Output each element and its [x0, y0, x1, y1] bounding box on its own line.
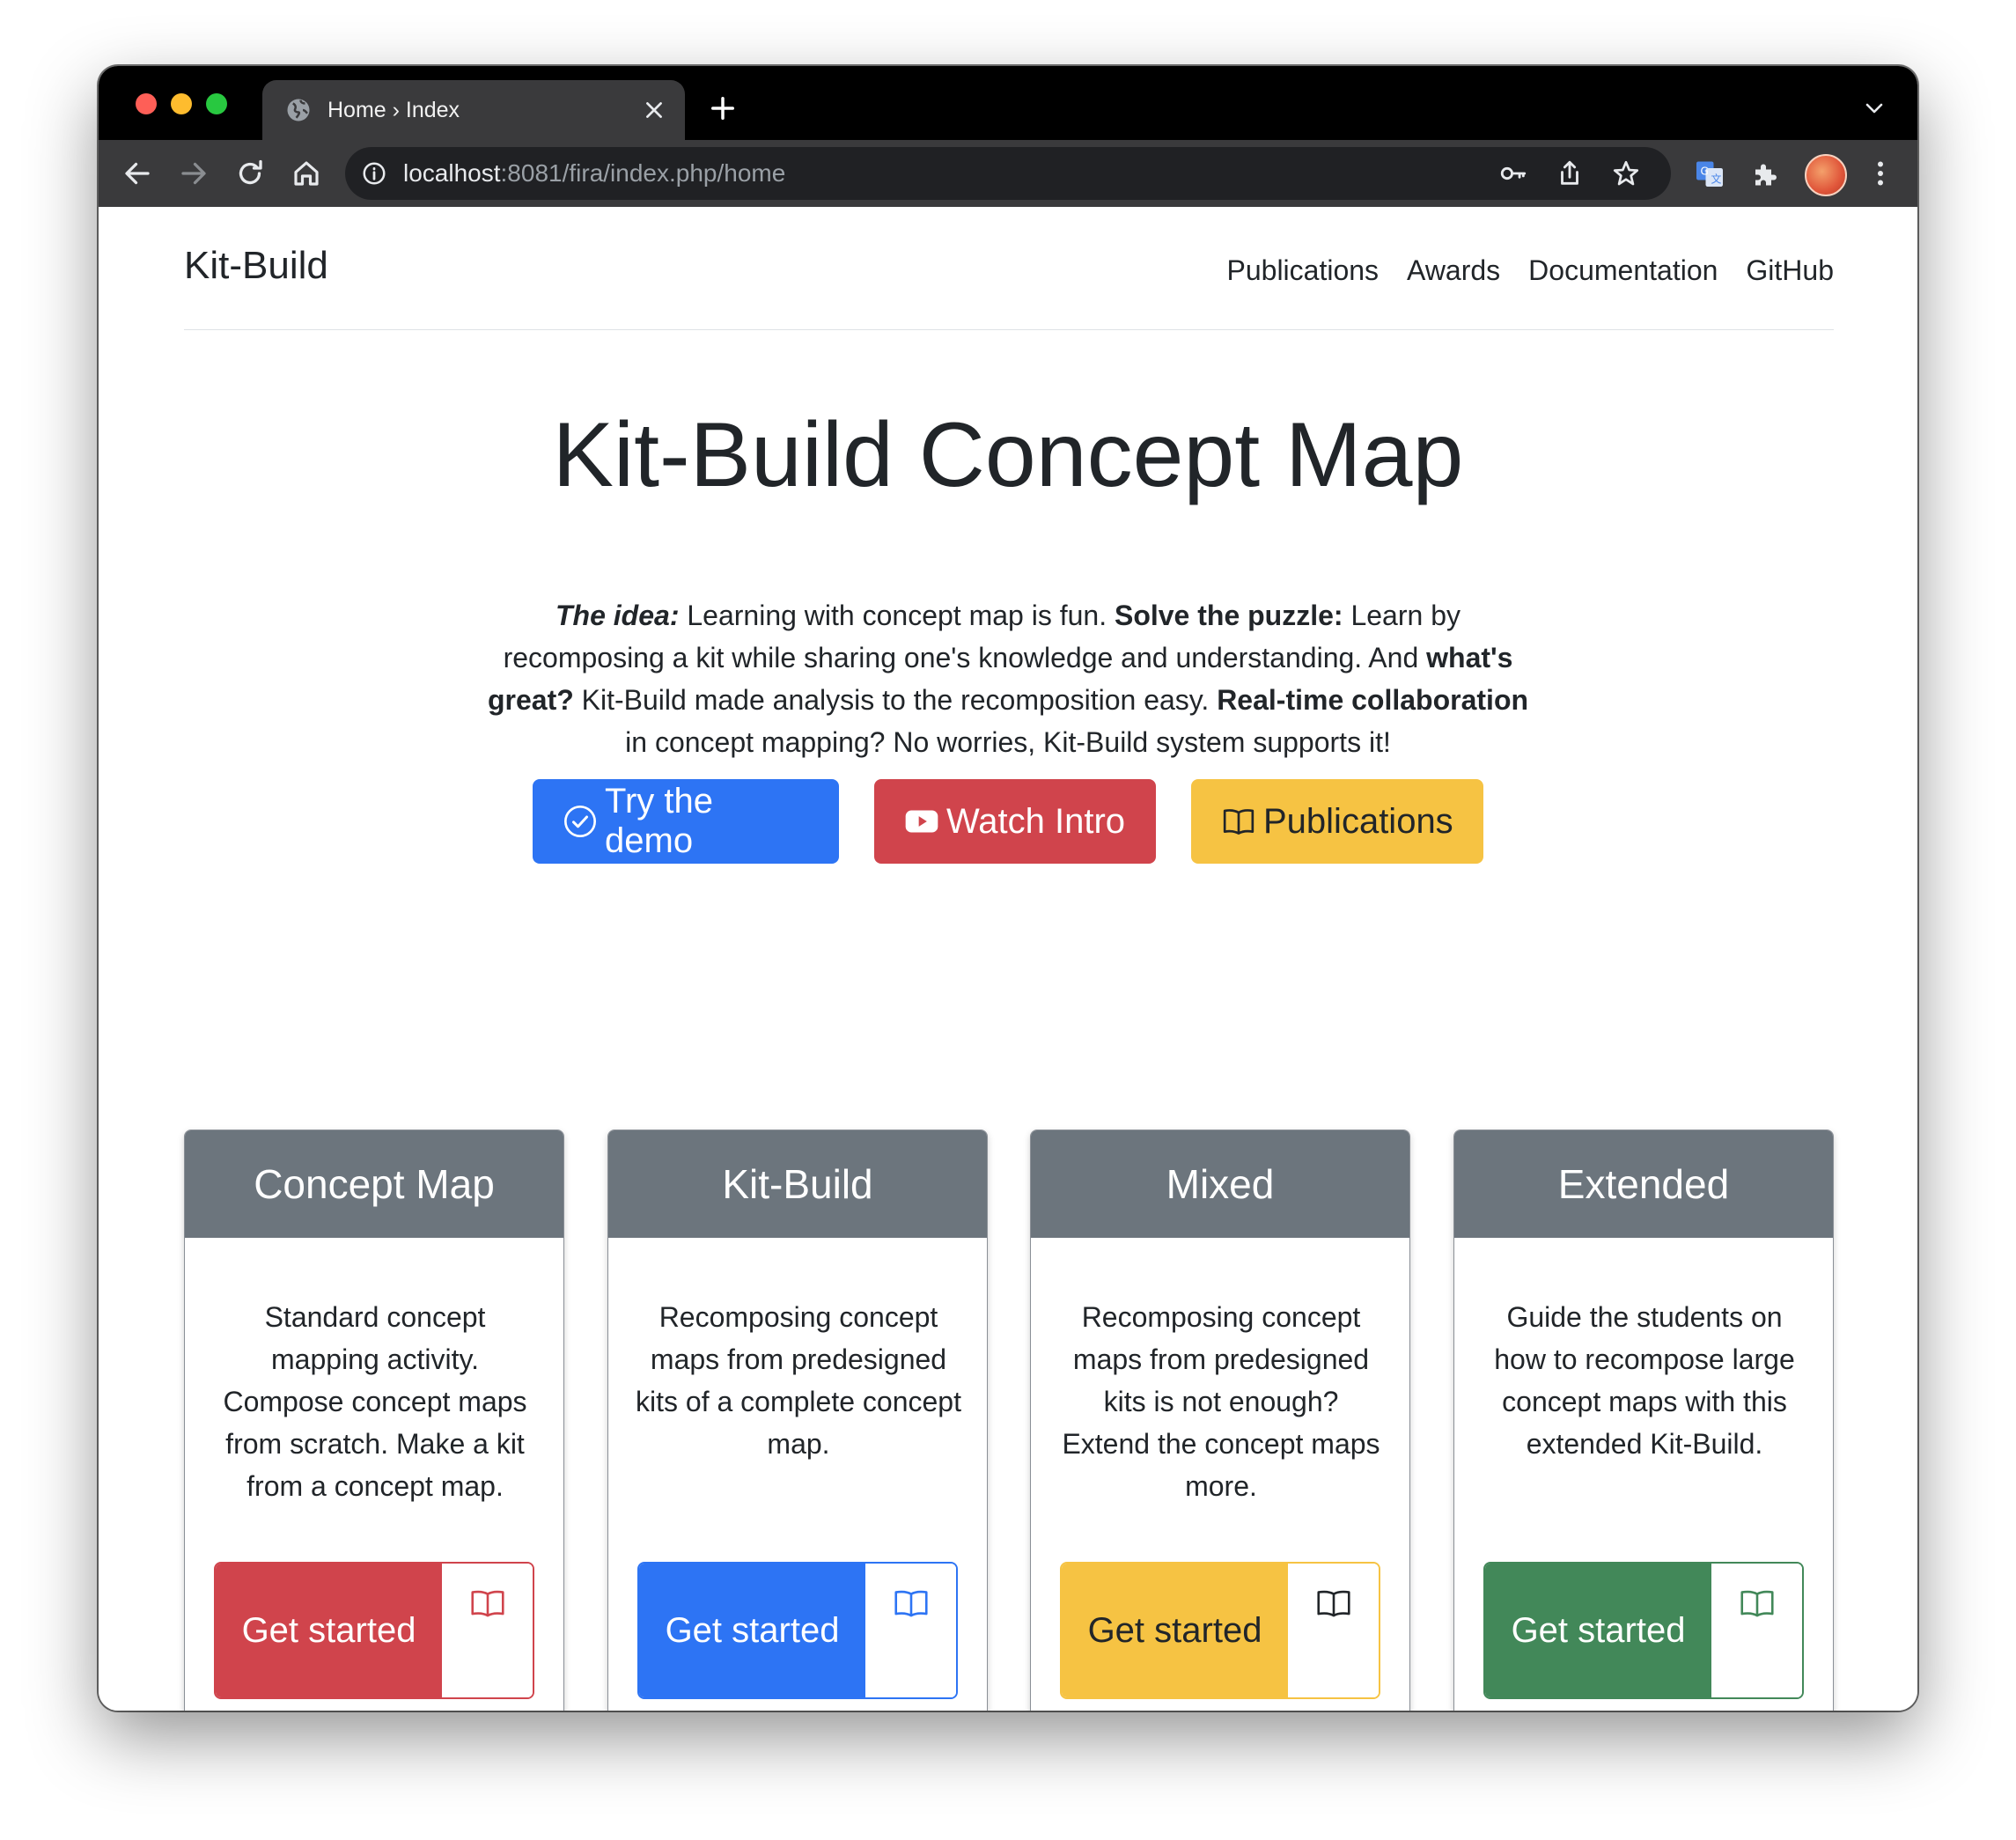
card-title: Kit-Build	[608, 1130, 987, 1238]
browser-tab[interactable]: Home › Index	[262, 80, 685, 140]
card-button-group: Get started	[637, 1562, 958, 1699]
nav-link-github[interactable]: GitHub	[1746, 254, 1834, 287]
home-icon[interactable]	[291, 158, 322, 189]
tab-title: Home › Index	[327, 97, 460, 122]
reload-icon[interactable]	[234, 158, 266, 189]
try-demo-label: Try the demo	[605, 782, 713, 860]
profile-avatar[interactable]	[1805, 154, 1847, 196]
site-navbar: Kit-Build Publications Awards Documentat…	[184, 207, 1834, 330]
share-icon[interactable]	[1555, 158, 1585, 188]
page-content: Kit-Build Publications Awards Documentat…	[99, 207, 1917, 1711]
hero-buttons: Try the demo Watch Intro Publications	[99, 779, 1917, 864]
book-icon	[1740, 1590, 1774, 1617]
translate-extension-icon[interactable]: G 文	[1694, 158, 1725, 189]
url-text: localhost:8081/fira/index.php/home	[403, 159, 785, 188]
card-kit-build: Kit-Build Recomposing concept maps from …	[607, 1130, 988, 1711]
nav-link-documentation[interactable]: Documentation	[1528, 254, 1718, 287]
url-host: localhost	[403, 159, 501, 187]
extensions-puzzle-icon[interactable]	[1750, 158, 1782, 189]
tab-strip: Home › Index	[99, 66, 1917, 140]
docs-button[interactable]	[865, 1564, 956, 1697]
try-demo-button[interactable]: Try the demo	[533, 779, 839, 864]
card-button-group: Get started	[1060, 1562, 1380, 1699]
publications-button[interactable]: Publications	[1191, 779, 1483, 864]
publications-label: Publications	[1263, 801, 1453, 841]
lead-idea-label: The idea:	[556, 600, 680, 631]
lead-great-text: Kit-Build made analysis to the recomposi…	[573, 684, 1218, 716]
lead-collab-text: in concept mapping? No worries, Kit-Buil…	[625, 726, 1391, 758]
watch-intro-button[interactable]: Watch Intro	[874, 779, 1156, 864]
svg-text:G: G	[1701, 166, 1709, 178]
brand-link[interactable]: Kit-Build	[184, 244, 328, 288]
card-mixed: Mixed Recomposing concept maps from pred…	[1030, 1130, 1410, 1711]
site-info-icon[interactable]	[361, 160, 387, 187]
card-button-group: Get started	[214, 1562, 534, 1699]
close-window-button[interactable]	[136, 93, 157, 114]
tab-search-chevron-icon[interactable]	[1865, 101, 1884, 115]
feature-cards: Concept Map Standard concept mapping act…	[184, 1130, 1834, 1711]
card-text: Recomposing concept maps from predesigne…	[636, 1301, 961, 1460]
card-extended: Extended Guide the students on how to re…	[1453, 1130, 1834, 1711]
card-text: Recomposing concept maps from predesigne…	[1062, 1301, 1380, 1502]
nav-link-publications[interactable]: Publications	[1227, 254, 1380, 287]
new-tab-icon[interactable]	[710, 95, 736, 121]
hero-lead: The idea: Learning with concept map is f…	[484, 594, 1532, 763]
browser-window: Home › Index localhost:8081/fira/index.p…	[99, 66, 1917, 1711]
get-started-button[interactable]: Get started	[216, 1564, 442, 1697]
globe-icon	[287, 99, 310, 121]
card-text: Standard concept mapping activity. Compo…	[223, 1301, 527, 1502]
youtube-icon	[905, 810, 938, 833]
browser-menu-icon[interactable]	[1865, 158, 1896, 189]
forward-arrow-icon[interactable]	[178, 158, 210, 189]
card-button-group: Get started	[1483, 1562, 1804, 1699]
address-bar[interactable]: localhost:8081/fira/index.php/home	[345, 147, 1671, 200]
get-started-label: Get started	[1511, 1611, 1686, 1650]
card-title: Mixed	[1031, 1130, 1409, 1238]
nav-links: Publications Awards Documentation GitHub	[1227, 254, 1835, 287]
docs-button[interactable]	[1288, 1564, 1379, 1697]
book-icon	[1316, 1590, 1350, 1617]
browser-toolbar: localhost:8081/fira/index.php/home G 文	[99, 140, 1917, 207]
docs-button[interactable]	[442, 1564, 533, 1697]
minimize-window-button[interactable]	[171, 93, 192, 114]
lead-collab-label: Real-time collaboration	[1217, 684, 1529, 716]
bookmark-star-icon[interactable]	[1611, 158, 1641, 188]
lead-idea-text: Learning with concept map is fun.	[679, 600, 1115, 631]
book-icon	[1223, 809, 1254, 835]
card-title: Extended	[1454, 1130, 1833, 1238]
close-tab-icon[interactable]	[643, 99, 666, 121]
get-started-label: Get started	[665, 1611, 840, 1650]
url-path: :8081/fira/index.php/home	[500, 159, 786, 187]
docs-button[interactable]	[1711, 1564, 1802, 1697]
lead-solve-label: Solve the puzzle:	[1114, 600, 1343, 631]
get-started-button[interactable]: Get started	[1062, 1564, 1288, 1697]
get-started-button[interactable]: Get started	[639, 1564, 865, 1697]
hero-title: Kit-Build Concept Map	[552, 404, 1464, 506]
get-started-label: Get started	[241, 1611, 416, 1650]
card-title: Concept Map	[185, 1130, 563, 1238]
book-icon	[470, 1590, 504, 1617]
nav-link-awards[interactable]: Awards	[1407, 254, 1500, 287]
check-circle-icon	[564, 806, 596, 837]
back-arrow-icon[interactable]	[121, 158, 153, 189]
key-icon[interactable]	[1498, 158, 1528, 188]
get-started-button[interactable]: Get started	[1485, 1564, 1711, 1697]
get-started-label: Get started	[1087, 1611, 1262, 1650]
card-concept-map: Concept Map Standard concept mapping act…	[184, 1130, 564, 1711]
svg-text:文: 文	[1711, 173, 1722, 186]
maximize-window-button[interactable]	[206, 93, 227, 114]
book-icon	[894, 1590, 928, 1617]
card-text: Guide the students on how to recompose l…	[1494, 1301, 1795, 1460]
watch-intro-label: Watch Intro	[946, 801, 1126, 841]
